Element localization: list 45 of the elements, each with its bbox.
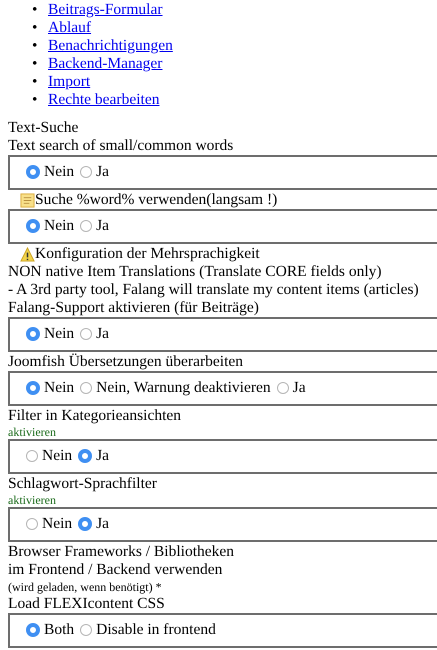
- bullet: •: [32, 1, 38, 19]
- radio-option[interactable]: Nein, Warnung deaktivieren: [78, 379, 271, 397]
- radio-option[interactable]: Nein: [24, 325, 74, 343]
- radio-option[interactable]: Nein: [24, 515, 72, 533]
- hint-text: aktivieren: [8, 493, 57, 507]
- radio-option[interactable]: Ja: [78, 163, 110, 181]
- setting-label: Browser Frameworks / Bibliotheken: [8, 543, 236, 561]
- bullet: •: [32, 55, 38, 73]
- radio-option[interactable]: Nein: [24, 447, 72, 465]
- bullet: •: [32, 91, 38, 109]
- radio-option[interactable]: Disable in frontend: [78, 621, 216, 639]
- setting-label: Joomfish Übersetzungen überarbeiten: [8, 353, 244, 371]
- setting-label: Text search of small/common words: [8, 137, 234, 155]
- nav-link[interactable]: Beitrags-Formular: [48, 1, 163, 19]
- radio-option[interactable]: Ja: [78, 325, 110, 343]
- note-icon: [20, 192, 35, 208]
- nav-link[interactable]: Ablauf: [48, 19, 92, 37]
- setting-label: Text-Suche: [8, 119, 80, 137]
- setting-label: NON native Item Translations (Translate CORE fields only): [8, 263, 383, 281]
- radio-option[interactable]: Ja: [78, 217, 110, 235]
- setting-label: Falang-Support aktivieren (für Beiträge): [8, 299, 260, 317]
- setting-label: Load FLEXIcontent CSS: [8, 595, 166, 613]
- section-title: Konfiguration der Mehrsprachigkeit: [35, 245, 260, 263]
- nav-link[interactable]: Backend-Manager: [48, 55, 162, 73]
- radio-option[interactable]: Ja: [76, 447, 110, 465]
- nav-link[interactable]: Import: [48, 73, 90, 91]
- setting-label: Schlagwort-Sprachfilter: [8, 475, 158, 493]
- bullet: •: [32, 19, 38, 37]
- bullet: •: [32, 37, 38, 55]
- setting-label: im Frontend / Backend verwenden: [8, 561, 224, 579]
- nav-link[interactable]: Benachrichtigungen: [48, 37, 173, 55]
- radio-option[interactable]: Nein: [24, 379, 74, 397]
- nav-link[interactable]: Rechte bearbeiten: [48, 91, 160, 109]
- hint-text: aktivieren: [8, 425, 57, 439]
- setting-label: Filter in Kategorieansichten: [8, 407, 182, 425]
- radio-option[interactable]: Nein: [24, 217, 74, 235]
- radio-option[interactable]: Ja: [274, 379, 306, 397]
- note-text: (wird geladen, wenn benötigt) *: [8, 579, 163, 595]
- radio-option[interactable]: Ja: [76, 515, 110, 533]
- bullet: •: [32, 73, 38, 91]
- radio-option[interactable]: Both: [24, 621, 74, 639]
- radio-option[interactable]: Nein: [24, 163, 74, 181]
- setting-label: - A 3rd party tool, Falang will translate my content items (articles): [8, 281, 420, 299]
- warning-icon: [20, 246, 35, 262]
- section-title: Suche %word% verwenden(langsam !): [35, 191, 278, 209]
